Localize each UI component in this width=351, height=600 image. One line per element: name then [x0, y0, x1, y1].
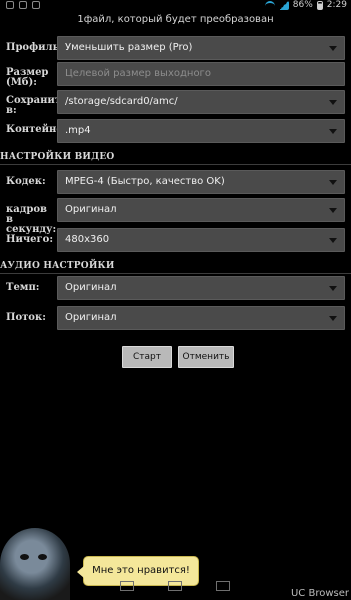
container-value: .mp4 — [65, 125, 91, 136]
codec-value: MPEG-4 (Быстро, качество OK) — [65, 176, 225, 187]
status-icons: 86% 2:29 — [264, 0, 347, 10]
profile-dropdown[interactable]: Уменьшить размер (Pro) — [57, 36, 345, 60]
signal-icon — [278, 0, 289, 10]
size-row: Размер (Мб): Целевой размер выходного — [6, 62, 345, 88]
tempo-label: Темп: — [6, 282, 40, 293]
home-icon[interactable] — [168, 581, 182, 591]
save-path-row: Сохранить в: /storage/sdcard0/amc/ — [6, 90, 345, 116]
container-row: Контейнер: .mp4 — [6, 119, 345, 143]
size-input[interactable]: Целевой размер выходного — [57, 62, 345, 86]
notification-icon — [32, 1, 40, 9]
uc-browser-watermark: UC Browser — [290, 588, 349, 599]
stream-value: Оригинал — [65, 312, 117, 323]
profile-row: Профиль: Уменьшить размер (Pro) — [6, 36, 345, 60]
size-placeholder: Целевой размер выходного — [65, 68, 211, 79]
container-label: Контейнер: — [6, 124, 74, 135]
codec-label: Кодек: — [6, 176, 46, 187]
save-path-label: Сохранить в: — [6, 95, 68, 116]
profile-value: Уменьшить размер (Pro) — [65, 42, 193, 53]
save-path-value: /storage/sdcard0/amc/ — [65, 96, 178, 107]
system-nav-bar — [120, 581, 230, 591]
notification-icon — [6, 1, 14, 9]
fps-dropdown[interactable]: Оригинал — [57, 198, 345, 222]
status-bar: 86% 2:29 — [0, 0, 351, 12]
back-icon[interactable] — [120, 581, 134, 591]
resolution-label: Ничего: — [6, 234, 54, 245]
notification-icons — [6, 1, 40, 9]
codec-dropdown[interactable]: MPEG-4 (Быстро, качество OK) — [57, 170, 345, 194]
size-label: Размер (Мб): — [6, 67, 49, 88]
stream-label: Поток: — [6, 312, 46, 323]
battery-icon — [316, 0, 323, 10]
resolution-value: 480x360 — [65, 234, 110, 245]
video-section-title: НАСТРОЙКИ ВИДЕО — [0, 152, 115, 162]
video-section-divider — [0, 164, 351, 165]
profile-label: Профиль: — [6, 42, 64, 53]
files-count-title: 1файл, который будет преобразован — [77, 14, 274, 25]
stream-row: Поток: Оригинал — [6, 306, 345, 330]
battery-percent: 86% — [292, 0, 313, 10]
avatar[interactable] — [0, 528, 70, 600]
stream-dropdown[interactable]: Оригинал — [57, 306, 345, 330]
resolution-dropdown[interactable]: 480x360 — [57, 228, 345, 252]
fps-value: Оригинал — [65, 204, 117, 215]
fps-row: кадров в секунду: Оригинал — [6, 198, 345, 235]
codec-row: Кодек: MPEG-4 (Быстро, качество OK) — [6, 170, 345, 194]
tempo-row: Темп: Оригинал — [6, 276, 345, 300]
save-path-dropdown[interactable]: /storage/sdcard0/amc/ — [57, 90, 345, 114]
tempo-dropdown[interactable]: Оригинал — [57, 276, 345, 300]
avatar-eye — [20, 554, 29, 560]
resolution-row: Ничего: 480x360 — [6, 228, 345, 252]
clock: 2:29 — [326, 0, 347, 10]
start-button[interactable]: Старт — [122, 346, 172, 368]
audio-section-divider — [0, 273, 351, 274]
cancel-button[interactable]: Отменить — [178, 346, 234, 368]
notification-icon — [19, 1, 27, 9]
wifi-icon — [264, 1, 275, 9]
recent-apps-icon[interactable] — [216, 581, 230, 591]
audio-section-title: АУДИО НАСТРОЙКИ — [0, 261, 115, 271]
avatar-eye — [38, 554, 47, 560]
container-dropdown[interactable]: .mp4 — [57, 119, 345, 143]
tempo-value: Оригинал — [65, 282, 117, 293]
